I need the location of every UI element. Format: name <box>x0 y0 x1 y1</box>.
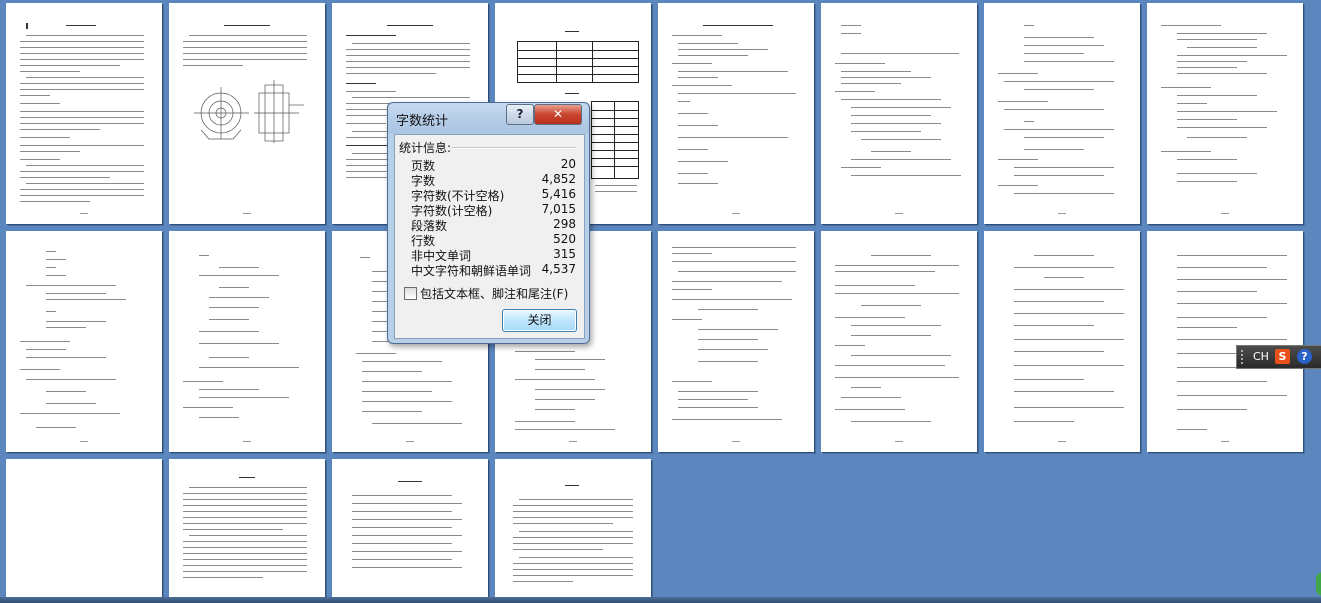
mechanical-drawing-image <box>194 80 304 143</box>
ime-mode-indicator[interactable]: CH <box>1253 350 1269 363</box>
page-thumbnail-13[interactable] <box>658 231 814 452</box>
stat-value-asian-characters: 4,537 <box>541 262 576 276</box>
stat-value-non-asian-words: 315 <box>553 247 576 261</box>
page-thumbnail-7[interactable] <box>984 3 1140 224</box>
page-thumbnail-2[interactable] <box>169 3 325 224</box>
stat-label-asian-characters: 中文字符和朝鲜语单词 <box>411 264 532 278</box>
include-textboxes-checkbox[interactable] <box>404 287 417 300</box>
close-button[interactable]: 关闭 <box>502 309 577 332</box>
help-button[interactable]: ? <box>506 104 534 125</box>
page-thumbnail-8[interactable] <box>1147 3 1303 224</box>
stat-value-characters-with-spaces: 7,015 <box>541 202 576 216</box>
drag-handle-icon[interactable] <box>1241 350 1247 364</box>
stat-value-pages: 20 <box>560 157 576 171</box>
page-thumbnail-16[interactable] <box>1147 231 1303 452</box>
group-divider <box>452 147 576 149</box>
table-graphic <box>591 101 639 179</box>
stat-value-paragraphs: 298 <box>553 217 576 231</box>
status-indicator-icon <box>1316 572 1321 596</box>
include-textboxes-label[interactable]: 包括文本框、脚注和尾注(F) <box>420 285 568 302</box>
word-count-dialog: 字数统计 ? ✕ 统计信息: 页数 20 字数 4,852 字符数(不计空格) … <box>387 102 590 344</box>
stat-value-characters-no-spaces: 5,416 <box>541 187 576 201</box>
sogou-logo-icon[interactable]: S <box>1275 349 1290 364</box>
page-thumbnail-19[interactable] <box>332 459 488 597</box>
page-thumbnail-5[interactable] <box>658 3 814 224</box>
stat-value-lines: 520 <box>553 232 576 246</box>
page-thumbnail-10[interactable] <box>169 231 325 452</box>
statistics-group-label: 统计信息: <box>399 141 452 155</box>
page-thumbnail-18[interactable] <box>169 459 325 597</box>
ime-language-bar[interactable]: CH S ? <box>1236 345 1321 369</box>
page-thumbnail-1[interactable] <box>6 3 162 224</box>
page-thumbnail-20[interactable] <box>495 459 651 597</box>
dialog-body: 统计信息: 页数 20 字数 4,852 字符数(不计空格) 5,416 字符数… <box>394 134 585 339</box>
taskbar <box>0 597 1321 603</box>
dialog-title: 字数统计 <box>396 114 449 129</box>
close-icon[interactable]: ✕ <box>534 104 582 125</box>
page-thumbnail-15[interactable] <box>984 231 1140 452</box>
table-graphic <box>517 41 639 83</box>
page-thumbnail-14[interactable] <box>821 231 977 452</box>
page-thumbnail-6[interactable] <box>821 3 977 224</box>
page-thumbnail-17[interactable] <box>6 459 162 597</box>
page-thumbnail-9[interactable] <box>6 231 162 452</box>
help-icon[interactable]: ? <box>1297 349 1312 364</box>
stat-value-words: 4,852 <box>541 172 576 186</box>
